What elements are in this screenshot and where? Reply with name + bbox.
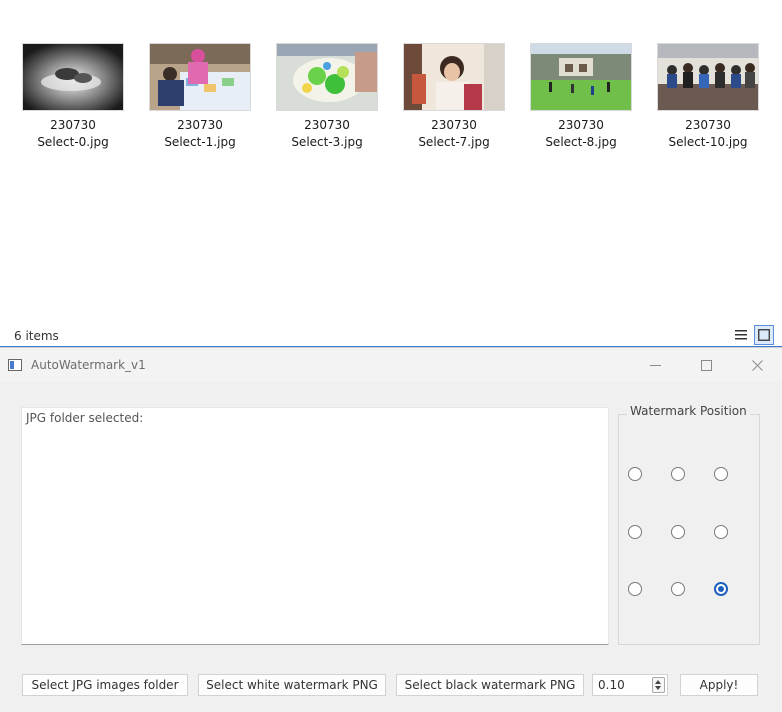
- spin-arrows-icon[interactable]: [652, 677, 665, 693]
- file-name-line2: Select-10.jpg: [668, 135, 748, 149]
- file-tile-0[interactable]: 230730 Select-0.jpg: [21, 43, 125, 151]
- file-name-line1: 230730: [431, 118, 477, 132]
- large-icons-view-icon: [758, 329, 770, 341]
- select-white-watermark-button[interactable]: Select white watermark PNG: [198, 674, 386, 696]
- file-name-line2: Select-3.jpg: [291, 135, 363, 149]
- item-count: 6 items: [14, 329, 59, 343]
- select-black-watermark-button[interactable]: Select black watermark PNG: [396, 674, 584, 696]
- explorer-status-bar: 6 items: [0, 325, 782, 347]
- file-name-line1: 230730: [685, 118, 731, 132]
- position-radio-top-left[interactable]: [628, 467, 642, 481]
- opacity-value: 0.10: [598, 678, 625, 692]
- window-title: AutoWatermark_v1: [31, 358, 146, 372]
- log-textbox[interactable]: JPG folder selected:: [21, 407, 609, 645]
- file-name-line2: Select-7.jpg: [418, 135, 490, 149]
- maximize-icon: [700, 359, 712, 371]
- app-icon: [8, 359, 22, 371]
- position-radio-top-center[interactable]: [671, 467, 685, 481]
- position-radio-middle-left[interactable]: [628, 525, 642, 539]
- jpg-folder-label: JPG folder selected:: [26, 411, 144, 425]
- minimize-icon: [649, 364, 661, 366]
- file-thumbnail: [530, 43, 632, 111]
- file-thumbnail: [276, 43, 378, 111]
- opacity-spinbox[interactable]: 0.10: [592, 674, 668, 696]
- maximize-button[interactable]: [691, 354, 721, 376]
- file-name-line2: Select-0.jpg: [37, 135, 109, 149]
- minimize-button[interactable]: [640, 354, 670, 376]
- file-tile-3[interactable]: 230730 Select-3.jpg: [275, 43, 379, 151]
- close-button[interactable]: [742, 354, 772, 376]
- file-name-line1: 230730: [50, 118, 96, 132]
- position-radio-middle-center[interactable]: [671, 525, 685, 539]
- file-tile-7[interactable]: 230730 Select-7.jpg: [402, 43, 506, 151]
- file-tile-8[interactable]: 230730 Select-8.jpg: [529, 43, 633, 151]
- close-icon: [751, 359, 763, 371]
- file-name-line1: 230730: [177, 118, 223, 132]
- details-view-button[interactable]: [731, 325, 751, 345]
- file-thumbnail: [149, 43, 251, 111]
- position-radio-middle-right[interactable]: [714, 525, 728, 539]
- window-titlebar[interactable]: AutoWatermark_v1: [0, 348, 782, 382]
- position-radio-bottom-right[interactable]: [714, 582, 728, 596]
- file-thumbnail: [657, 43, 759, 111]
- file-tile-10[interactable]: 230730 Select-10.jpg: [656, 43, 760, 151]
- spin-down-icon[interactable]: [655, 686, 661, 690]
- file-tile-1[interactable]: 230730 Select-1.jpg: [148, 43, 252, 151]
- file-name-line2: Select-1.jpg: [164, 135, 236, 149]
- file-thumbnail: [403, 43, 505, 111]
- file-name-line2: Select-8.jpg: [545, 135, 617, 149]
- file-name-line1: 230730: [558, 118, 604, 132]
- details-view-icon: [735, 330, 747, 340]
- apply-button[interactable]: Apply!: [680, 674, 758, 696]
- position-radio-bottom-left[interactable]: [628, 582, 642, 596]
- position-radio-bottom-center[interactable]: [671, 582, 685, 596]
- spin-up-icon[interactable]: [655, 680, 661, 684]
- file-name-line1: 230730: [304, 118, 350, 132]
- select-jpg-folder-button[interactable]: Select JPG images folder: [22, 674, 188, 696]
- large-icons-view-button[interactable]: [754, 325, 774, 345]
- autowatermark-window: AutoWatermark_v1 JPG folder selected: Wa…: [0, 347, 782, 712]
- watermark-position-title: Watermark Position: [627, 404, 750, 418]
- file-thumbnail: [22, 43, 124, 111]
- file-explorer-pane: 230730 Select-0.jpg 230730 Select-1.jpg …: [0, 0, 782, 347]
- position-radio-top-right[interactable]: [714, 467, 728, 481]
- thumbnail-grid: 230730 Select-0.jpg 230730 Select-1.jpg …: [0, 43, 782, 163]
